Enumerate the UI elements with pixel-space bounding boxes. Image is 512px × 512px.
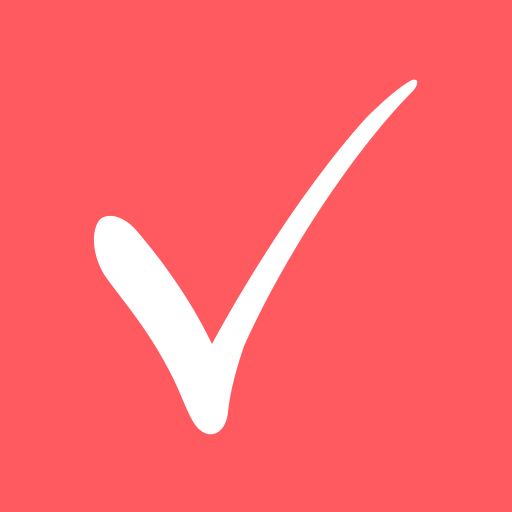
icon-background (0, 0, 512, 512)
app-icon (0, 0, 512, 512)
app-icon-graphic (0, 0, 512, 512)
